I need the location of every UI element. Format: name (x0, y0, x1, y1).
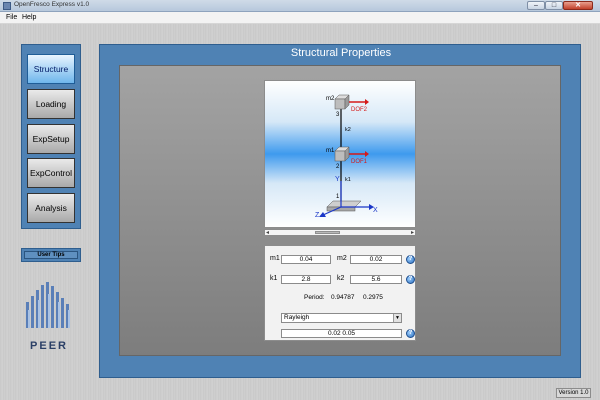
damping-type-value: Rayleigh (284, 314, 310, 321)
scroll-thumb[interactable] (315, 231, 340, 234)
label-axis-y: Y (335, 176, 340, 183)
k2-label: k2 (337, 275, 345, 282)
k2-field[interactable]: 5.6 (350, 275, 402, 284)
label-axis-x: X (373, 207, 378, 214)
peer-logo: PEER (22, 280, 76, 355)
label-m1: m1 (326, 148, 335, 154)
structure-diagram-svg: m2 m1 k2 k1 DOF2 DOF1 3 2 1 X Y Z (315, 94, 378, 219)
m2-field[interactable]: 0.02 (350, 255, 402, 264)
peer-logo-icon (26, 282, 70, 328)
window-title: OpenFresco Express v1.0 (14, 1, 90, 8)
mass-2-block (334, 94, 350, 110)
scroll-left-icon[interactable]: ◂ (266, 229, 269, 236)
menu-bar: File Help (0, 12, 600, 24)
menu-file[interactable]: File (4, 13, 19, 22)
damping-help-icon[interactable]: ? (406, 329, 415, 338)
structure-diagram: m2 m1 k2 k1 DOF2 DOF1 3 2 1 X Y Z (264, 80, 416, 228)
m2-label: m2 (337, 255, 347, 262)
label-node1: 1 (336, 194, 340, 200)
page-title: Structural Properties (290, 47, 392, 59)
damping-value-field[interactable]: 0.02 0.05 (281, 329, 402, 338)
k1-field[interactable]: 2.8 (281, 275, 331, 284)
label-axis-z: Z (315, 212, 320, 219)
label-node3: 3 (336, 112, 340, 118)
window-titlebar: OpenFresco Express v1.0 – □ ✕ (0, 0, 600, 12)
k1-label: k1 (270, 275, 278, 282)
minimize-button[interactable]: – (527, 1, 545, 10)
content-panel: m2 m1 k2 k1 DOF2 DOF1 3 2 1 X Y Z ◂ ▸ m1… (119, 65, 561, 356)
nav-panel: Structure Loading ExpSetup ExpControl An… (21, 44, 81, 229)
user-tips-panel: User Tips (21, 248, 81, 262)
label-node2: 2 (336, 164, 340, 170)
version-label: Version 1.0 (556, 388, 591, 398)
stiffness-help-icon[interactable]: ? (406, 275, 415, 284)
label-dof1: DOF1 (351, 159, 368, 165)
nav-expsetup-button[interactable]: ExpSetup (27, 124, 75, 154)
properties-box: m1 0.04 m2 0.02 ? k1 2.8 k2 5.6 ? Period… (264, 245, 416, 341)
nav-analysis-button[interactable]: Analysis (27, 193, 75, 223)
mass-1-block (334, 146, 350, 162)
peer-logo-text: PEER (30, 340, 68, 352)
nav-loading-button[interactable]: Loading (27, 89, 75, 119)
period-value-2: 0.2975 (363, 294, 383, 301)
period-label: Period: (304, 294, 325, 301)
damping-type-select[interactable]: Rayleigh ▼ (281, 313, 402, 323)
maximize-button[interactable]: □ (545, 1, 563, 10)
period-value-1: 0.94787 (331, 294, 355, 301)
label-k2: k2 (345, 127, 351, 133)
close-button[interactable]: ✕ (563, 1, 593, 10)
nav-expcontrol-button[interactable]: ExpControl (27, 158, 75, 188)
m1-label: m1 (270, 255, 280, 262)
base-support (326, 200, 362, 212)
app-icon (3, 2, 11, 10)
nav-structure-button[interactable]: Structure (27, 54, 75, 84)
label-dof2: DOF2 (351, 107, 368, 113)
mass-help-icon[interactable]: ? (406, 255, 415, 264)
diagram-scrollbar[interactable]: ◂ ▸ (264, 229, 416, 236)
scroll-right-icon[interactable]: ▸ (411, 229, 414, 236)
main-frame: Structural Properties m2 m1 k2 k1 DOF2 D… (99, 44, 581, 378)
label-k1: k1 (345, 177, 351, 183)
user-tips-button[interactable]: User Tips (24, 251, 78, 259)
m1-field[interactable]: 0.04 (281, 255, 331, 264)
label-m2: m2 (326, 96, 335, 102)
chevron-down-icon[interactable]: ▼ (393, 314, 401, 322)
menu-help[interactable]: Help (20, 13, 38, 22)
